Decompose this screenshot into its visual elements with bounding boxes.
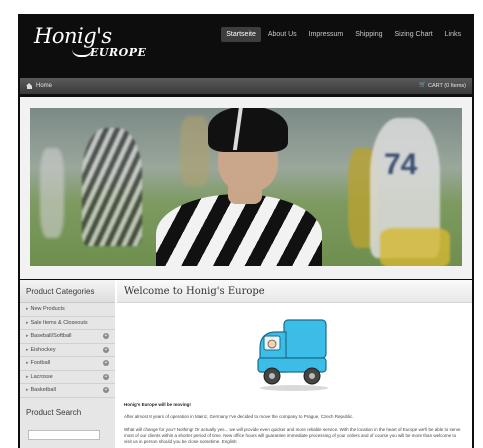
cart-link[interactable]: 🛒 CART (0 Items) <box>419 83 472 89</box>
cart-icon: 🛒 <box>419 82 426 89</box>
hero-banner: 74 <box>20 97 472 279</box>
photo-referee-shirt <box>156 194 322 266</box>
truck-shadow <box>260 385 328 391</box>
breadcrumb[interactable]: Home <box>20 82 52 90</box>
category-label[interactable]: Eishockey <box>26 347 56 353</box>
category-label[interactable]: New Products <box>26 306 65 312</box>
moving-announcement-heading: Honig's Europe will be moving! <box>124 402 191 407</box>
photo-background-figure <box>180 116 210 186</box>
top-navigation: Startseite About Us Impressum Shipping S… <box>221 27 466 42</box>
truck-front-hub <box>269 373 275 379</box>
banner-photo-referee: 74 <box>30 108 462 266</box>
truck-rear-hub <box>309 373 315 379</box>
category-item-new-products[interactable]: New Products <box>20 303 115 317</box>
breadcrumb-bar: Home 🛒 CART (0 Items) <box>20 78 472 94</box>
category-label[interactable]: Baseball/Softball <box>26 333 72 339</box>
category-item-football[interactable]: Football + <box>20 357 115 371</box>
home-icon <box>26 82 33 90</box>
nav-sizing-chart[interactable]: Sizing Chart <box>390 27 438 42</box>
truck-driver <box>267 339 277 349</box>
details-paragraph: What will change for you? Nothing! Or ac… <box>124 427 461 444</box>
product-search-input[interactable] <box>28 429 100 440</box>
page-title: Welcome to Honig's Europe <box>117 280 472 303</box>
categories-heading: Product Categories <box>20 280 115 303</box>
photo-background-referee <box>82 128 142 246</box>
lower-section: Product Categories New Products Sale Ite… <box>20 280 472 448</box>
page: Honig's EUROPE Startseite About Us Impre… <box>18 14 474 448</box>
moving-truck-image <box>257 319 328 391</box>
category-label[interactable]: Lacrosse <box>26 374 53 380</box>
sidebar: Product Categories New Products Sale Ite… <box>20 280 115 448</box>
expand-icon[interactable]: + <box>103 333 109 340</box>
category-label[interactable]: Basketball <box>26 387 56 393</box>
expand-icon[interactable]: + <box>103 360 109 367</box>
category-list: New Products Sale Items & Closeouts Base… <box>20 303 115 398</box>
brand-logo[interactable]: Honig's EUROPE <box>34 24 146 59</box>
photo-referee-cap <box>208 108 288 152</box>
logo-sub-text: EUROPE <box>90 46 147 59</box>
category-item-baseball-softball[interactable]: Baseball/Softball + <box>20 330 115 344</box>
photo-background-figure <box>40 148 64 238</box>
nav-about-us[interactable]: About Us <box>263 27 302 42</box>
truck-cargo-box <box>283 319 327 359</box>
nav-shipping[interactable]: Shipping <box>350 27 387 42</box>
cart-label[interactable]: CART (0 Items) <box>428 83 466 89</box>
logo-script-text: Honig's <box>34 24 112 48</box>
product-search-heading: Product Search <box>26 408 82 417</box>
category-item-sale-items[interactable]: Sale Items & Closeouts <box>20 317 115 330</box>
nav-impressum[interactable]: Impressum <box>304 27 349 42</box>
category-label[interactable]: Football <box>26 360 51 366</box>
category-label[interactable]: Sale Items & Closeouts <box>26 320 88 326</box>
expand-icon[interactable]: + <box>103 373 109 380</box>
category-item-lacrosse[interactable]: Lacrosse + <box>20 371 115 384</box>
breadcrumb-home[interactable]: Home <box>36 83 52 89</box>
expand-icon[interactable]: + <box>103 387 109 394</box>
nav-startseite[interactable]: Startseite <box>221 27 261 42</box>
photo-background-player <box>380 228 450 266</box>
expand-icon[interactable]: + <box>103 346 109 353</box>
intro-paragraph: After almost 8 years of operation in Mai… <box>124 414 354 419</box>
logo-swash <box>72 49 92 57</box>
main-content: Welcome to Honig's Europe Honig's Europe… <box>117 280 472 448</box>
category-item-eishockey[interactable]: Eishockey + <box>20 344 115 357</box>
category-item-basketball[interactable]: Basketball + <box>20 384 115 398</box>
nav-links[interactable]: Links <box>440 27 466 42</box>
